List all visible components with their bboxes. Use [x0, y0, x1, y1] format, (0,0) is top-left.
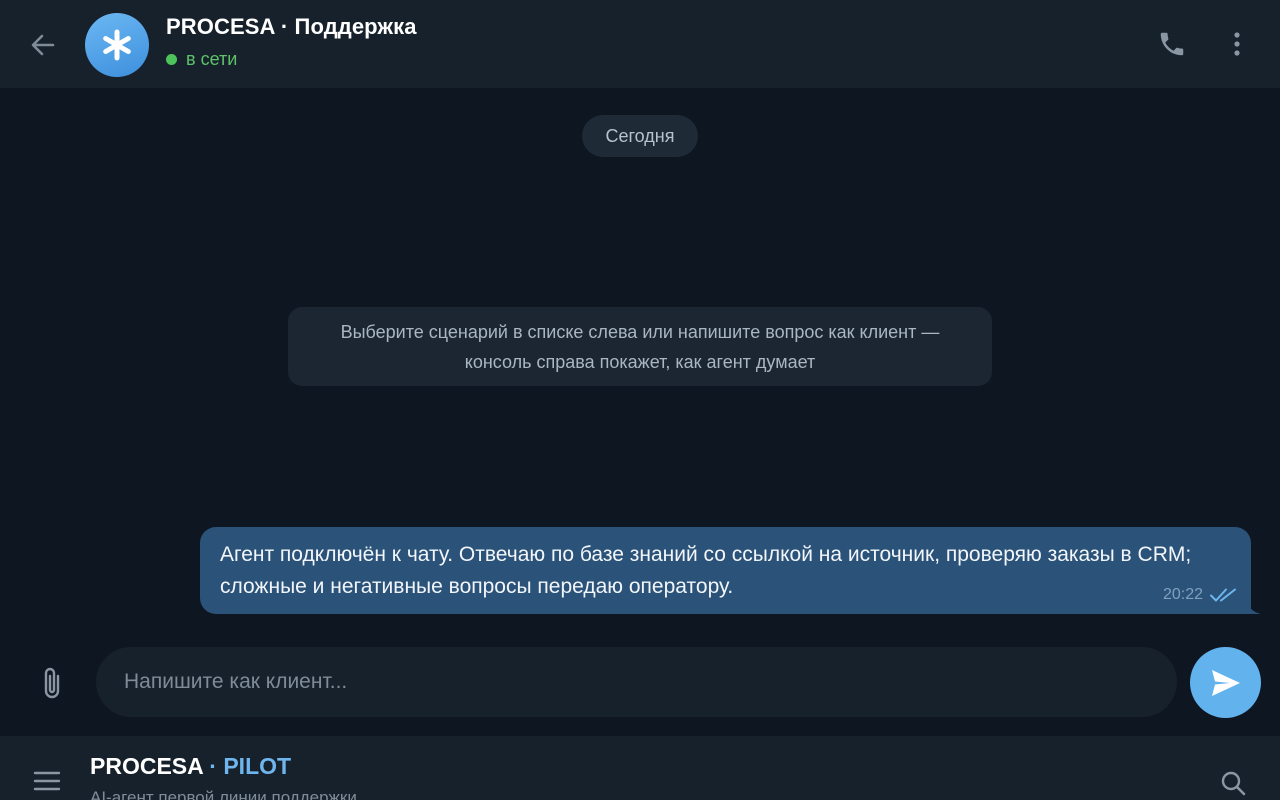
brand-accent: PILOT: [223, 753, 292, 779]
chat-title: PROCESA · Поддержка: [166, 14, 417, 39]
search-icon: [1221, 771, 1246, 796]
menu-button[interactable]: [30, 766, 64, 796]
back-button[interactable]: [26, 28, 60, 62]
message-list[interactable]: Сегодня Выберите сценарий в списке слева…: [0, 88, 1280, 636]
brand-title: PROCESA · PILOT: [90, 753, 291, 780]
brand-separator: ·: [209, 753, 217, 779]
message-time: 20:22: [1162, 586, 1203, 603]
online-indicator: [166, 54, 177, 65]
call-button[interactable]: [1154, 26, 1190, 62]
message-meta: 20:22: [1163, 586, 1237, 604]
chat-title-block[interactable]: PROCESA · Поддержка в сети: [166, 14, 417, 70]
date-badge: Сегодня: [582, 115, 698, 157]
status-text: в сети: [186, 49, 238, 69]
read-checkmarks-icon: [1209, 587, 1237, 603]
back-arrow-icon: [31, 34, 55, 56]
outgoing-message[interactable]: Агент подключён к чату. Отвечаю по базе …: [200, 527, 1261, 614]
service-message: Выберите сценарий в списке слева или нап…: [288, 307, 992, 386]
chat-header: PROCESA · Поддержка в сети: [0, 0, 1280, 88]
asterisk-icon: [103, 29, 131, 61]
attach-button[interactable]: [34, 663, 70, 703]
bubble-tail: [1247, 598, 1261, 614]
message-input[interactable]: [96, 647, 1177, 717]
paperclip-icon: [44, 667, 60, 699]
more-vertical-icon: [1234, 32, 1240, 56]
phone-icon: [1160, 32, 1184, 56]
send-button[interactable]: [1190, 647, 1261, 718]
composer: [0, 636, 1280, 736]
brand-main: PROCESA: [90, 753, 203, 779]
menu-icon: [33, 771, 61, 791]
message-text: Агент подключён к чату. Отвечаю по базе …: [220, 543, 1192, 598]
more-button[interactable]: [1219, 26, 1255, 62]
chat-avatar[interactable]: [85, 13, 149, 77]
search-button[interactable]: [1216, 766, 1250, 800]
status-row: в сети: [166, 49, 417, 70]
send-icon: [1211, 669, 1240, 696]
service-message-text: Выберите сценарий в списке слева или нап…: [340, 321, 940, 372]
app-bottom-bar: PROCESA · PILOT AI-агент первой линии по…: [0, 736, 1280, 800]
brand-subtitle: AI-агент первой линии поддержки: [90, 788, 357, 800]
